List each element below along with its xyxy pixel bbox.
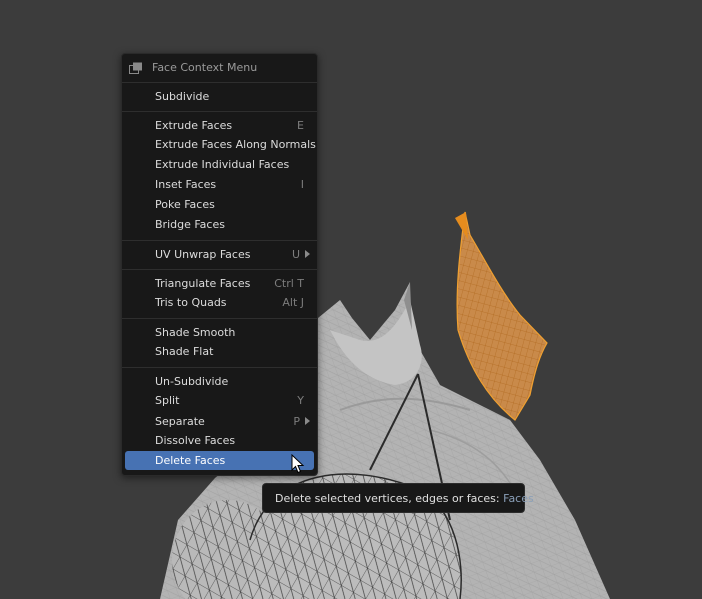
menu-item-separate[interactable]: Separate P [125, 412, 314, 431]
menu-item-label: Triangulate Faces [155, 277, 251, 290]
menu-item-shortcut: Ctrl T [274, 277, 304, 290]
tooltip-value: Faces [503, 492, 534, 505]
mouse-pointer-icon [291, 454, 305, 474]
menu-item-label: Tris to Quads [155, 296, 227, 309]
menu-item-poke-faces[interactable]: Poke Faces [125, 195, 314, 214]
menu-separator [122, 318, 317, 319]
menu-item-label: Split [155, 394, 180, 407]
menu-item-delete-faces[interactable]: Delete Faces [125, 451, 314, 470]
menu-separator [122, 82, 317, 83]
menu-item-tris-to-quads[interactable]: Tris to Quads Alt J [125, 293, 314, 312]
menu-item-shade-flat[interactable]: Shade Flat [125, 342, 314, 361]
menu-item-label: Bridge Faces [155, 218, 225, 231]
menu-item-split[interactable]: Split Y [125, 391, 314, 410]
menu-item-label: Extrude Faces Along Normals [155, 138, 316, 151]
menu-separator [122, 269, 317, 270]
menu-item-label: Extrude Faces [155, 119, 233, 132]
tooltip: Delete selected vertices, edges or faces… [262, 483, 534, 513]
menu-separator [122, 240, 317, 241]
menu-item-label: Dissolve Faces [155, 434, 236, 447]
selected-faces[interactable] [455, 211, 548, 421]
menu-item-label: Poke Faces [155, 198, 215, 211]
menu-item-label: Delete Faces [155, 454, 226, 467]
menu-item-shortcut: E [297, 119, 304, 132]
menu-title: Face Context Menu [152, 61, 258, 74]
menu-item-dissolve-faces[interactable]: Dissolve Faces [125, 431, 314, 450]
menu-item-label: UV Unwrap Faces [155, 248, 251, 261]
menu-item-un-subdivide[interactable]: Un-Subdivide [125, 372, 314, 391]
face-context-menu: Face Context Menu Subdivide Extrude Face… [121, 53, 318, 476]
submenu-arrow-icon [305, 250, 310, 258]
menu-separator [122, 111, 317, 112]
menu-item-shortcut: Y [297, 394, 304, 407]
menu-item-inset-faces[interactable]: Inset Faces I [125, 175, 314, 194]
menu-item-shortcut: P [293, 415, 300, 428]
menu-separator [122, 367, 317, 368]
menu-header: Face Context Menu [122, 58, 317, 78]
menu-item-label: Subdivide [155, 90, 210, 103]
menu-item-label: Un-Subdivide [155, 375, 229, 388]
submenu-arrow-icon [305, 417, 310, 425]
menu-item-uv-unwrap-faces[interactable]: UV Unwrap Faces U [125, 245, 314, 264]
face-select-icon [129, 62, 142, 74]
menu-item-subdivide[interactable]: Subdivide [125, 87, 314, 106]
menu-item-label: Shade Flat [155, 345, 214, 358]
menu-item-extrude-faces-along-normals[interactable]: Extrude Faces Along Normals [125, 135, 316, 154]
menu-item-bridge-faces[interactable]: Bridge Faces [125, 215, 314, 234]
tooltip-text: Delete selected vertices, edges or faces… [275, 492, 534, 505]
menu-item-extrude-faces[interactable]: Extrude Faces E [125, 116, 314, 135]
menu-item-extrude-individual-faces[interactable]: Extrude Individual Faces [125, 155, 314, 174]
menu-item-shortcut: Alt J [282, 296, 304, 309]
menu-item-label: Extrude Individual Faces [155, 158, 290, 171]
menu-item-label: Separate [155, 415, 205, 428]
menu-item-shortcut: I [300, 178, 304, 191]
menu-item-triangulate-faces[interactable]: Triangulate Faces Ctrl T [125, 274, 314, 293]
menu-item-label: Inset Faces [155, 178, 217, 191]
menu-item-label: Shade Smooth [155, 326, 236, 339]
menu-item-shortcut: U [291, 248, 300, 261]
tooltip-description: Delete selected vertices, edges or faces… [275, 492, 504, 505]
menu-item-shade-smooth[interactable]: Shade Smooth [125, 323, 314, 342]
